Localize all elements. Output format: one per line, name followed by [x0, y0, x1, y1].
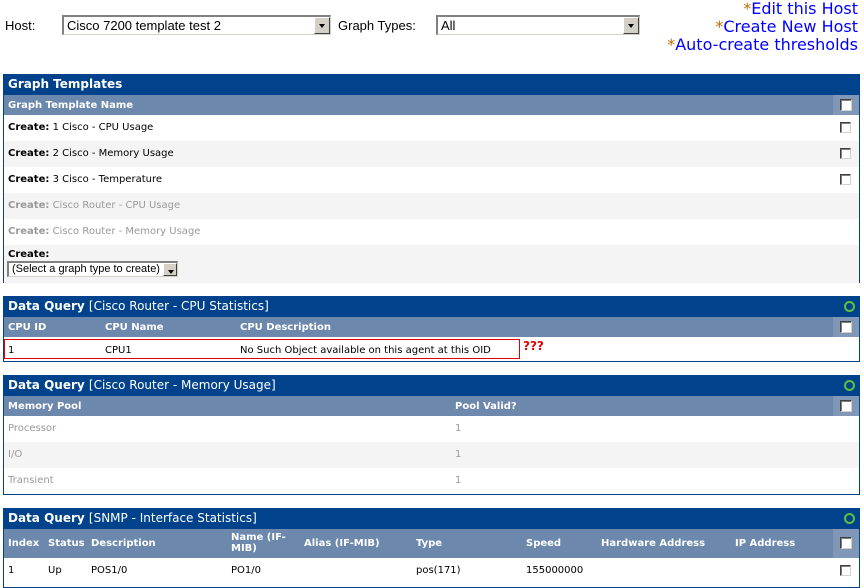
create-new-host-link[interactable]: *Create New Host [667, 18, 858, 36]
memory-row: I/O 1 [4, 442, 859, 468]
panel-title: Graph Templates [4, 74, 859, 95]
annotation-question-marks: ??? [523, 339, 544, 353]
template-row-disabled: Create: Cisco Router - CPU Usage [4, 193, 859, 219]
select-all-checkbox[interactable] [840, 537, 852, 549]
host-label: Host: [5, 18, 36, 33]
panel-title: Data Query [Cisco Router - CPU Statistic… [4, 296, 859, 317]
auto-create-thresholds-link[interactable]: *Auto-create thresholds [667, 36, 858, 54]
filter-bar: Host: Cisco 7200 template test 2 Graph T… [0, 0, 864, 60]
edit-host-link[interactable]: *Edit this Host [667, 0, 858, 18]
graph-types-select[interactable]: All [436, 15, 640, 35]
row-checkbox[interactable] [840, 122, 851, 133]
graph-types-label: Graph Types: [338, 18, 416, 33]
column-header-row: Index Status Description Name (IF-MIB) A… [4, 529, 859, 558]
column-header-row: CPU ID CPU Name CPU Description [4, 317, 859, 337]
row-checkbox[interactable] [840, 565, 851, 576]
column-header-row: Memory Pool Pool Valid? [4, 396, 859, 416]
select-all-checkbox[interactable] [840, 99, 852, 111]
panel-title: Data Query [SNMP - Interface Statistics] [4, 508, 859, 529]
cpu-row[interactable]: 1 CPU1 No Such Object available on this … [4, 337, 859, 361]
column-header-row: Graph Template Name [4, 95, 859, 115]
create-label: Create: [8, 249, 50, 260]
graph-types-select-value: All [441, 18, 456, 33]
host-select-value: Cisco 7200 template test 2 [67, 18, 221, 33]
chevron-down-icon[interactable] [623, 17, 639, 34]
select-all-checkbox[interactable] [840, 321, 852, 333]
create-graph-row: Create: (Select a graph type to create) [4, 245, 859, 283]
status-ring-icon [844, 301, 855, 312]
interface-row: 1 Up POS1/0 PO1/0 pos(171) 155000000 [4, 558, 859, 584]
template-row: Create: 1 Cisco - CPU Usage [4, 115, 859, 141]
graph-type-create-value: (Select a graph type to create) [12, 263, 160, 275]
graph-type-create-select[interactable]: (Select a graph type to create) [7, 261, 178, 277]
memory-row: Transient 1 [8, 475, 462, 486]
data-query-memory-panel: Data Query [Cisco Router - Memory Usage]… [3, 375, 860, 495]
select-all-checkbox[interactable] [840, 400, 852, 412]
panel-title: Data Query [Cisco Router - Memory Usage] [4, 375, 859, 396]
host-actions: *Edit this Host *Create New Host *Auto-c… [667, 0, 858, 54]
graph-templates-panel: Graph Templates Graph Template Name Crea… [3, 74, 860, 283]
column-header: Graph Template Name [8, 100, 134, 111]
memory-row: Processor 1 [8, 423, 462, 434]
data-query-interface-panel: Data Query [SNMP - Interface Statistics]… [3, 508, 860, 588]
chevron-down-icon[interactable] [314, 17, 330, 34]
status-ring-icon [844, 380, 855, 391]
template-row-disabled: Create: Cisco Router - Memory Usage [8, 226, 201, 237]
template-row: Create: 3 Cisco - Temperature [4, 167, 859, 193]
chevron-down-icon[interactable] [163, 263, 177, 276]
host-select[interactable]: Cisco 7200 template test 2 [62, 15, 331, 35]
data-query-cpu-panel: Data Query [Cisco Router - CPU Statistic… [3, 296, 860, 362]
row-checkbox[interactable] [840, 148, 851, 159]
row-checkbox[interactable] [840, 174, 851, 185]
status-ring-icon [844, 513, 855, 524]
template-row: Create: 2 Cisco - Memory Usage [4, 141, 859, 167]
